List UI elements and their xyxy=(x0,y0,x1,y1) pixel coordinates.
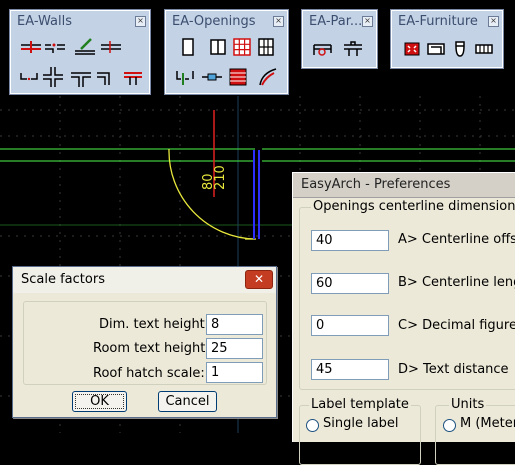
centerline-length-label: B> Centerline length xyxy=(398,275,515,290)
openings-palette: EA-Openings × xyxy=(164,9,289,95)
double-door-icon xyxy=(258,38,274,56)
dimension-text-210: 210 xyxy=(213,165,228,190)
preferences-dialog: EasyArch - Preferences Openings centerli… xyxy=(292,172,515,465)
preferences-title-bar[interactable]: EasyArch - Preferences xyxy=(293,173,515,198)
toilet-furniture-tool-button[interactable] xyxy=(448,37,472,61)
single-label-option[interactable]: Single label xyxy=(323,416,399,431)
door-frame xyxy=(253,150,260,239)
decimal-figures-label: C> Decimal figures xyxy=(398,318,515,333)
preferences-title: EasyArch - Preferences xyxy=(301,177,451,192)
opening-centerline-tool-button[interactable] xyxy=(174,65,198,89)
window-tool-button[interactable] xyxy=(206,35,230,59)
furniture-palette-title[interactable]: EA-Furniture × xyxy=(392,11,502,33)
window-icon xyxy=(210,39,226,55)
centerline-offset-label: A> Centerline offset xyxy=(398,232,515,247)
roof-hatch-scale-label: Roof hatch scale: xyxy=(93,366,205,381)
opening-dimension-tool-button[interactable] xyxy=(200,65,224,89)
wall-tee-tool-button[interactable] xyxy=(69,65,93,89)
wall-break-tool-button[interactable] xyxy=(43,35,67,59)
decimal-figures-input[interactable]: 0 xyxy=(311,315,389,336)
wall-tool-button[interactable] xyxy=(19,35,43,59)
furniture-palette-close-button[interactable]: × xyxy=(488,16,499,27)
grid-window-tool-button[interactable] xyxy=(230,35,254,59)
sofa-furniture-icon xyxy=(427,43,445,55)
meters-radio[interactable] xyxy=(443,419,456,432)
openings-palette-close-button[interactable]: × xyxy=(273,16,284,27)
walls-palette: EA-Walls × xyxy=(9,9,151,95)
room-text-height-label: Room text height: xyxy=(93,341,210,356)
door-tool-button[interactable] xyxy=(176,35,200,59)
close-icon: ✕ xyxy=(253,272,265,286)
scale-factors-title: Scale factors xyxy=(21,272,105,287)
wall-icon xyxy=(21,41,41,53)
single-label-radio[interactable] xyxy=(306,419,319,432)
dim-text-height-label: Dim. text height: xyxy=(99,317,210,332)
double-door-tool-button[interactable] xyxy=(254,35,278,59)
centerline-offset-input[interactable]: 40 xyxy=(311,230,389,251)
furniture-palette: EA-Furniture × xyxy=(390,9,504,69)
roof-hatch-scale-input[interactable]: 1 xyxy=(206,362,263,383)
cabinet-furniture-tool-button[interactable] xyxy=(472,37,496,61)
table-furniture-tool-button[interactable] xyxy=(400,37,424,61)
table-furniture-icon xyxy=(404,42,420,56)
wall-cross-tool-button[interactable] xyxy=(41,65,65,89)
wall-cross-icon xyxy=(43,67,63,87)
wall-cap-tool-button[interactable] xyxy=(121,65,145,89)
units-heading: Units xyxy=(449,397,487,412)
arc-opening-tool-button[interactable] xyxy=(256,65,280,89)
stair-tool-button[interactable] xyxy=(311,37,335,61)
close-button[interactable]: ✕ xyxy=(245,270,273,289)
roof-icon xyxy=(344,41,362,56)
walls-palette-title-text: EA-Walls xyxy=(17,14,72,29)
wall-cap-icon xyxy=(124,72,142,85)
parts-palette-title-text: EA-Par... xyxy=(309,14,363,29)
text-distance-label: D> Text distance xyxy=(398,362,509,377)
room-text-height-input[interactable]: 25 xyxy=(206,338,263,359)
parts-palette: EA-Par... × xyxy=(301,9,378,69)
scale-factors-dialog: Scale factors ✕ Dim. text height: 8 Room… xyxy=(12,266,277,418)
walls-palette-title[interactable]: EA-Walls × xyxy=(11,11,149,33)
sofa-furniture-tool-button[interactable] xyxy=(424,37,448,61)
walls-palette-close-button[interactable]: × xyxy=(135,16,146,27)
wall-edit-tool-button[interactable] xyxy=(73,35,97,59)
wall-join-icon xyxy=(101,41,121,53)
wall-tee-icon xyxy=(71,72,91,87)
wall-corner-l-icon xyxy=(20,73,38,81)
scale-factors-title-bar[interactable]: Scale factors ✕ xyxy=(13,267,276,293)
parts-palette-close-button[interactable]: × xyxy=(362,16,373,27)
grid-window-icon xyxy=(233,38,251,56)
opening-hatch-tool-button[interactable] xyxy=(226,65,250,89)
label-template-group xyxy=(299,405,421,465)
units-group xyxy=(435,405,515,465)
arc-opening-icon xyxy=(259,68,277,86)
wall-lines xyxy=(0,148,515,162)
roof-tool-button[interactable] xyxy=(341,37,365,61)
centerline-length-input[interactable]: 60 xyxy=(311,273,389,294)
furniture-palette-title-text: EA-Furniture xyxy=(398,14,478,29)
wall-break-icon xyxy=(45,43,65,53)
wall-join-tool-button[interactable] xyxy=(99,35,123,59)
ok-button[interactable]: OK xyxy=(72,391,127,412)
wall-corner-tool-button[interactable] xyxy=(93,65,117,89)
text-distance-input[interactable]: 45 xyxy=(311,359,389,380)
dim-text-height-input[interactable]: 8 xyxy=(206,314,263,335)
door-icon xyxy=(182,38,194,56)
parts-palette-title[interactable]: EA-Par... × xyxy=(303,11,376,33)
label-template-heading: Label template xyxy=(309,397,411,412)
wall-corner-icon xyxy=(97,72,110,85)
opening-centerline-icon xyxy=(176,71,194,85)
openings-palette-title-text: EA-Openings xyxy=(172,14,256,29)
opening-hatch-icon xyxy=(229,68,247,86)
centerline-dimensions-heading: Openings centerline dimensions xyxy=(311,199,515,214)
openings-palette-title[interactable]: EA-Openings × xyxy=(166,11,287,33)
toilet-furniture-icon xyxy=(455,41,465,57)
cancel-button[interactable]: Cancel xyxy=(158,391,217,412)
meters-option[interactable]: M (Meters) xyxy=(460,416,515,431)
opening-dimension-icon xyxy=(202,73,222,81)
wall-corner-l-tool-button[interactable] xyxy=(17,65,41,89)
stair-icon xyxy=(313,44,332,56)
cabinet-furniture-icon xyxy=(475,44,493,54)
wall-edit-icon xyxy=(75,38,95,55)
